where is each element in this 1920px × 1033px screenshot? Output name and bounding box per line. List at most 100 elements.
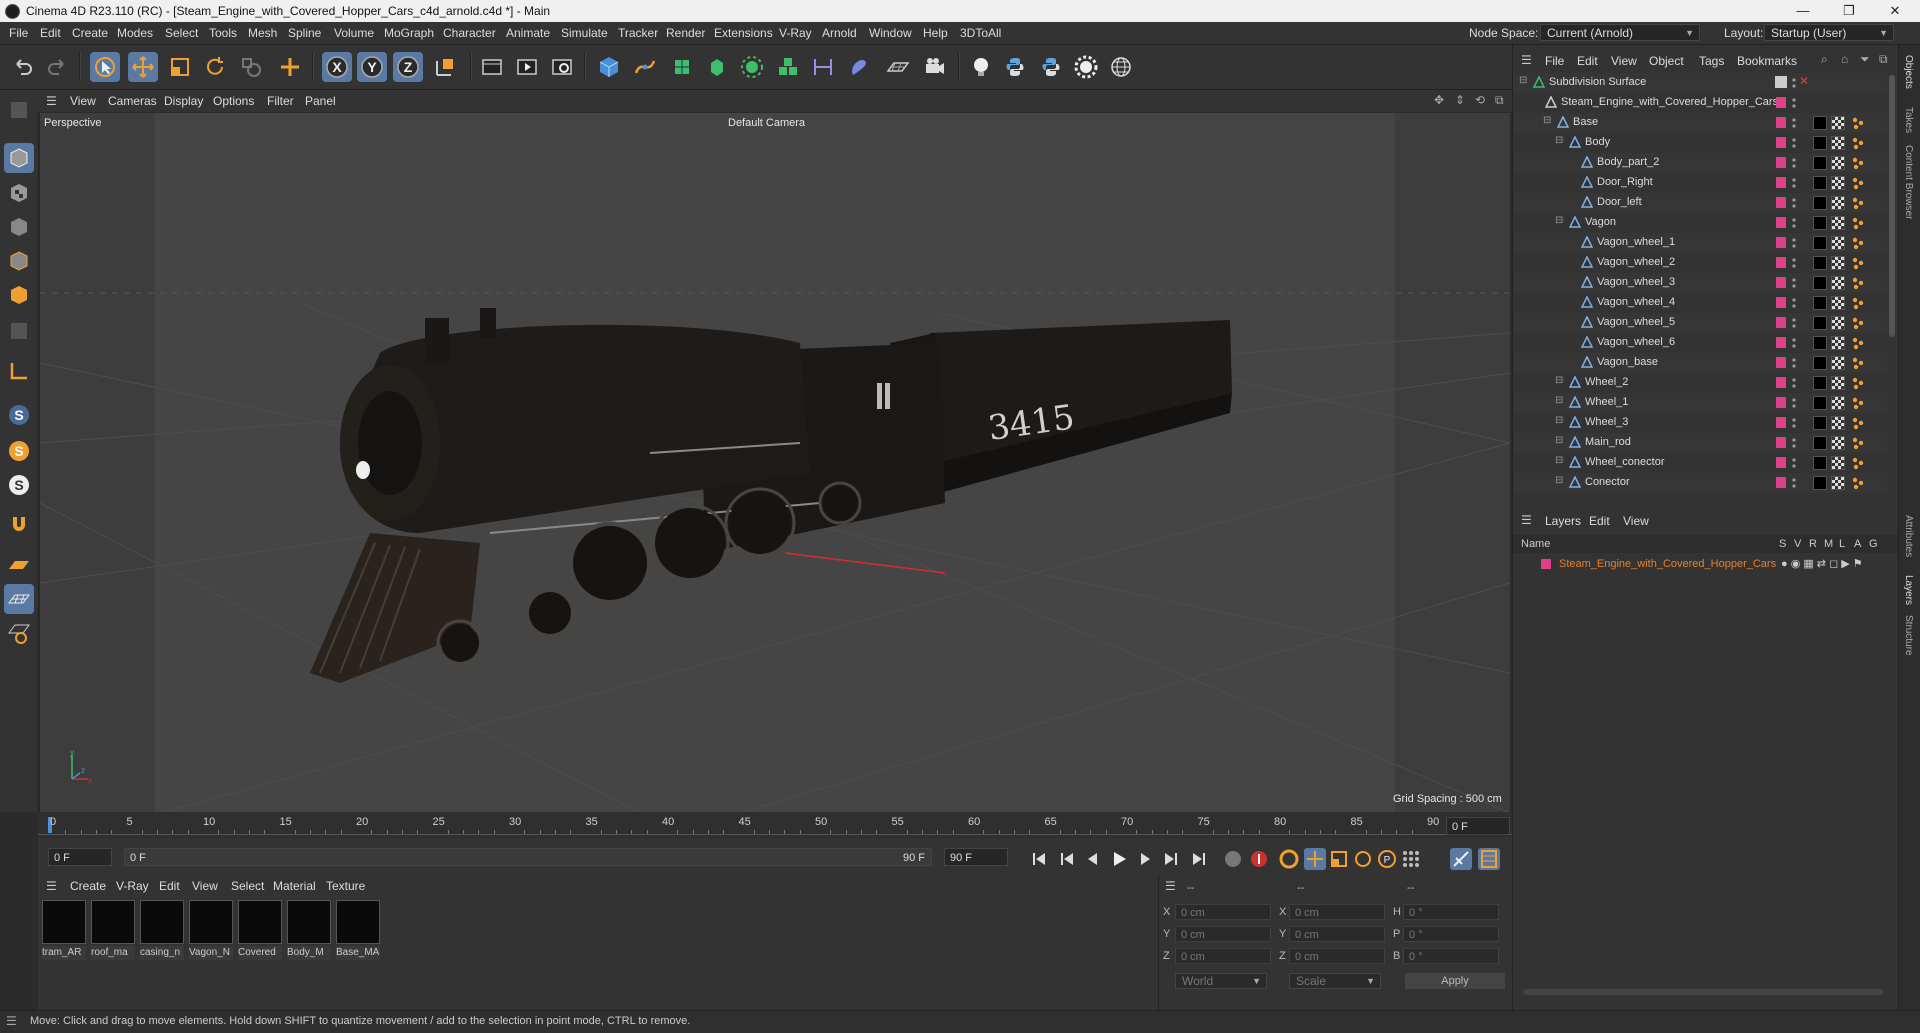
timeline-window-icon[interactable] [1478,848,1500,870]
layer-color-tag[interactable] [1776,157,1786,168]
object-name[interactable]: Body [1585,136,1610,148]
texture-tag-icon[interactable] [1831,196,1845,210]
expand-toggle-icon[interactable]: ⊟ [1555,215,1563,226]
layer-color-tag[interactable] [1776,137,1786,148]
layers-menu-layers[interactable]: Layers [1545,514,1581,528]
menu-create[interactable]: Create [72,26,108,40]
material-tag-icon[interactable] [1813,456,1827,470]
obj-menu-tags[interactable]: Tags [1699,54,1724,68]
layer-color-tag[interactable] [1776,217,1786,228]
visibility-dots-icon[interactable] [1792,96,1796,110]
object-tree-row[interactable]: ⊟ Vagon [1513,213,1887,233]
menu-spline[interactable]: Spline [288,26,321,40]
tab-takes[interactable]: Takes [1903,107,1914,133]
close-button[interactable]: ✕ [1872,0,1918,22]
object-name[interactable]: Wheel_3 [1585,416,1628,428]
node-space-dropdown[interactable]: Current (Arnold) ▼ [1540,24,1700,41]
visibility-dots-icon[interactable] [1792,356,1796,370]
texture-tag-icon[interactable] [1831,296,1845,310]
material-swatch[interactable] [238,900,282,944]
phong-tag-icon[interactable] [1851,116,1865,130]
uv-mode-icon[interactable] [4,316,34,346]
motion-record-icon[interactable] [1450,848,1472,870]
disabled-status-icon[interactable]: ✕ [1799,74,1809,88]
redo-icon[interactable] [42,52,72,82]
visibility-dots-icon[interactable] [1792,216,1796,230]
object-tree-row[interactable]: ⊟ Wheel_2 [1513,373,1887,393]
object-tree-row[interactable]: Vagon_base [1513,353,1887,373]
material-swatch[interactable] [189,900,233,944]
light-icon[interactable] [966,52,996,82]
phong-tag-icon[interactable] [1851,336,1865,350]
material-tag-icon[interactable] [1813,196,1827,210]
subdivision-icon[interactable] [667,52,697,82]
end-frame-field[interactable]: 90 F [944,848,1008,866]
object-name[interactable]: Base [1573,116,1598,128]
coord-value-field[interactable]: 0 ° [1403,926,1499,942]
object-tree-row[interactable]: ⊟ Wheel_1 [1513,393,1887,413]
material-name[interactable]: roof_ma [91,946,135,960]
material-swatch[interactable] [287,900,331,944]
vp-menu-filter[interactable]: Filter [267,94,294,108]
coordinate-system-icon[interactable] [430,52,460,82]
visibility-dots-icon[interactable] [1792,196,1796,210]
menu-vray[interactable]: V-Ray [779,26,812,40]
vp-menu-cameras[interactable]: Cameras [108,94,157,108]
object-tree-row[interactable]: ⊟ Wheel_3 [1513,413,1887,433]
phong-tag-icon[interactable] [1851,396,1865,410]
camera-label[interactable]: Default Camera [728,117,805,129]
object-name[interactable]: Body_part_2 [1597,156,1659,168]
workplane-icon[interactable] [4,550,34,580]
object-tree-row[interactable]: Vagon_wheel_6 [1513,333,1887,353]
object-tree-row[interactable]: Vagon_wheel_1 [1513,233,1887,253]
phong-tag-icon[interactable] [1851,376,1865,390]
object-name[interactable]: Door_left [1597,196,1642,208]
phong-tag-icon[interactable] [1851,196,1865,210]
visibility-dots-icon[interactable] [1792,236,1796,250]
visibility-dots-icon[interactable] [1792,316,1796,330]
next-key-icon[interactable] [1160,848,1182,870]
material-tag-icon[interactable] [1813,116,1827,130]
layer-color-tag[interactable] [1776,257,1786,268]
obj-menu-file[interactable]: File [1545,54,1564,68]
visibility-dots-icon[interactable] [1792,136,1796,150]
material-tag-icon[interactable] [1813,336,1827,350]
render-view-icon[interactable] [477,52,507,82]
material-tag-icon[interactable] [1813,376,1827,390]
layer-color-tag[interactable] [1776,357,1786,368]
object-name[interactable]: Steam_Engine_with_Covered_Hopper_Cars [1561,96,1778,108]
texture-tag-icon[interactable] [1831,376,1845,390]
object-tree-row[interactable]: Vagon_wheel_3 [1513,273,1887,293]
menu-animate[interactable]: Animate [506,26,550,40]
layer-color-swatch[interactable] [1541,559,1551,569]
object-name[interactable]: Main_rod [1585,436,1631,448]
tab-objects[interactable]: Objects [1903,55,1914,89]
tab-content-browser[interactable]: Content Browser [1903,145,1914,219]
menu-extensions[interactable]: Extensions [714,26,773,40]
menu-3dtoall[interactable]: 3DToAll [960,26,1001,40]
vp-menu-view[interactable]: View [70,94,96,108]
edges-mode-icon[interactable] [4,246,34,276]
material-tag-icon[interactable] [1813,156,1827,170]
python-icon[interactable] [1000,52,1030,82]
obj-menu-bookmarks[interactable]: Bookmarks [1737,54,1797,68]
menu-render[interactable]: Render [666,26,705,40]
object-name[interactable]: Subdivision Surface [1549,76,1646,88]
object-tree-row[interactable]: ⊟ Subdivision Surface ✕ [1513,73,1887,93]
texture-tag-icon[interactable] [1831,316,1845,330]
menu-volume[interactable]: Volume [334,26,374,40]
mat-menu-edit[interactable]: Edit [159,879,180,893]
symmetry-icon[interactable] [808,52,838,82]
menu-window[interactable]: Window [869,26,912,40]
cloner-icon[interactable] [737,52,767,82]
visibility-dots-icon[interactable] [1792,376,1796,390]
expand-toggle-icon[interactable]: ⊟ [1555,135,1563,146]
snap-settings-icon[interactable]: S [4,436,34,466]
autokey-icon[interactable] [1248,848,1270,870]
layout-dropdown[interactable]: Startup (User) ▼ [1764,24,1894,41]
texture-tag-icon[interactable] [1831,456,1845,470]
object-tree-row[interactable]: Vagon_wheel_5 [1513,313,1887,333]
coord-value-field[interactable]: 0 cm [1175,904,1271,920]
menu-edit[interactable]: Edit [40,26,61,40]
visibility-dots-icon[interactable] [1792,76,1796,90]
